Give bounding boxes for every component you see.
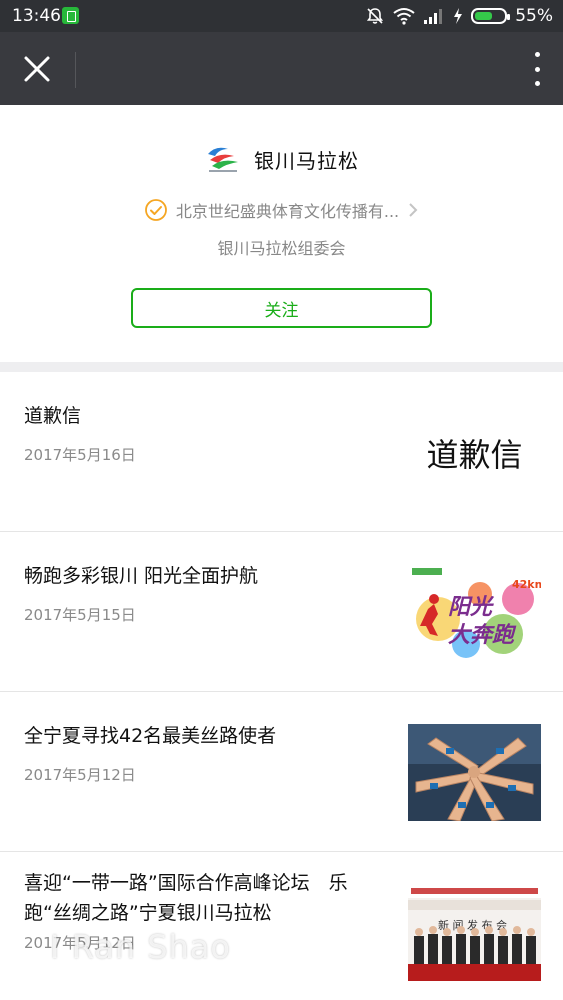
account-name: 银川马拉松 <box>254 148 359 173</box>
verified-check-icon <box>144 199 167 221</box>
account-logo <box>204 144 242 174</box>
signal-icon <box>424 9 443 24</box>
svg-text:42km: 42km <box>512 578 541 591</box>
status-icons: 55% <box>365 5 553 27</box>
article-date: 2017年5月16日 <box>24 446 136 464</box>
article-title: 道歉信 <box>24 405 82 427</box>
article-title: 全宁夏寻找42名最美丝路使者 <box>24 725 277 747</box>
organizer-name: 银川马拉松组委会 <box>217 239 346 258</box>
close-icon[interactable] <box>16 48 58 90</box>
app-notification-icon <box>62 7 79 24</box>
verified-entity: 北京世纪盛典体育文化传播有... <box>175 202 400 221</box>
article-thumbnail <box>408 724 541 821</box>
mute-icon <box>367 8 384 24</box>
svg-text:大奔跑: 大奔跑 <box>448 623 517 648</box>
account-title-row: 银川马拉松 <box>0 139 563 179</box>
charging-icon <box>454 8 463 24</box>
status-bar: 13:46 55% <box>0 0 563 32</box>
article-thumbnail: 阳光 大奔跑 42km <box>408 564 541 661</box>
section-gap <box>0 362 563 372</box>
wifi-icon <box>393 8 415 25</box>
article-list: 道歉信 2017年5月16日 道歉信 畅跑多彩银川 阳光全面护航 2017年5月… <box>0 372 563 1000</box>
chevron-right-icon <box>409 203 418 217</box>
article-title: 喜迎“一带一路”国际合作高峰论坛 乐跑“丝绸之路”宁夏银川马拉松 <box>24 872 348 924</box>
more-vertical-icon[interactable] <box>527 52 547 86</box>
account-header: 银川马拉松 北京世纪盛典体育文化传播有... 银川马拉松组委会 关注 <box>0 105 563 362</box>
list-item[interactable]: 畅跑多彩银川 阳光全面护航 2017年5月15日 阳光 大奔跑 42km <box>0 532 563 692</box>
battery-percent: 55% <box>515 6 553 26</box>
article-thumbnail: 新 闻 发 布 会 <box>408 884 541 981</box>
nav-bar <box>0 32 563 105</box>
verification-row[interactable]: 北京世纪盛典体育文化传播有... <box>0 195 563 225</box>
article-date: 2017年5月15日 <box>24 606 136 624</box>
watermark: I Ran Shao <box>50 928 231 966</box>
svg-text:阳光: 阳光 <box>448 595 495 620</box>
list-item[interactable]: 全宁夏寻找42名最美丝路使者 2017年5月12日 <box>0 692 563 852</box>
battery-icon <box>471 8 511 24</box>
follow-button[interactable]: 关注 <box>131 288 432 328</box>
article-title: 畅跑多彩银川 阳光全面护航 <box>24 565 259 587</box>
list-item[interactable]: 道歉信 2017年5月16日 道歉信 <box>0 372 563 532</box>
status-time: 13:46 <box>12 6 61 26</box>
list-item[interactable]: 喜迎“一带一路”国际合作高峰论坛 乐跑“丝绸之路”宁夏银川马拉松 2017年5月… <box>0 852 563 1000</box>
article-date: 2017年5月12日 <box>24 766 136 784</box>
nav-divider <box>75 52 76 88</box>
article-thumbnail: 道歉信 <box>408 404 541 501</box>
